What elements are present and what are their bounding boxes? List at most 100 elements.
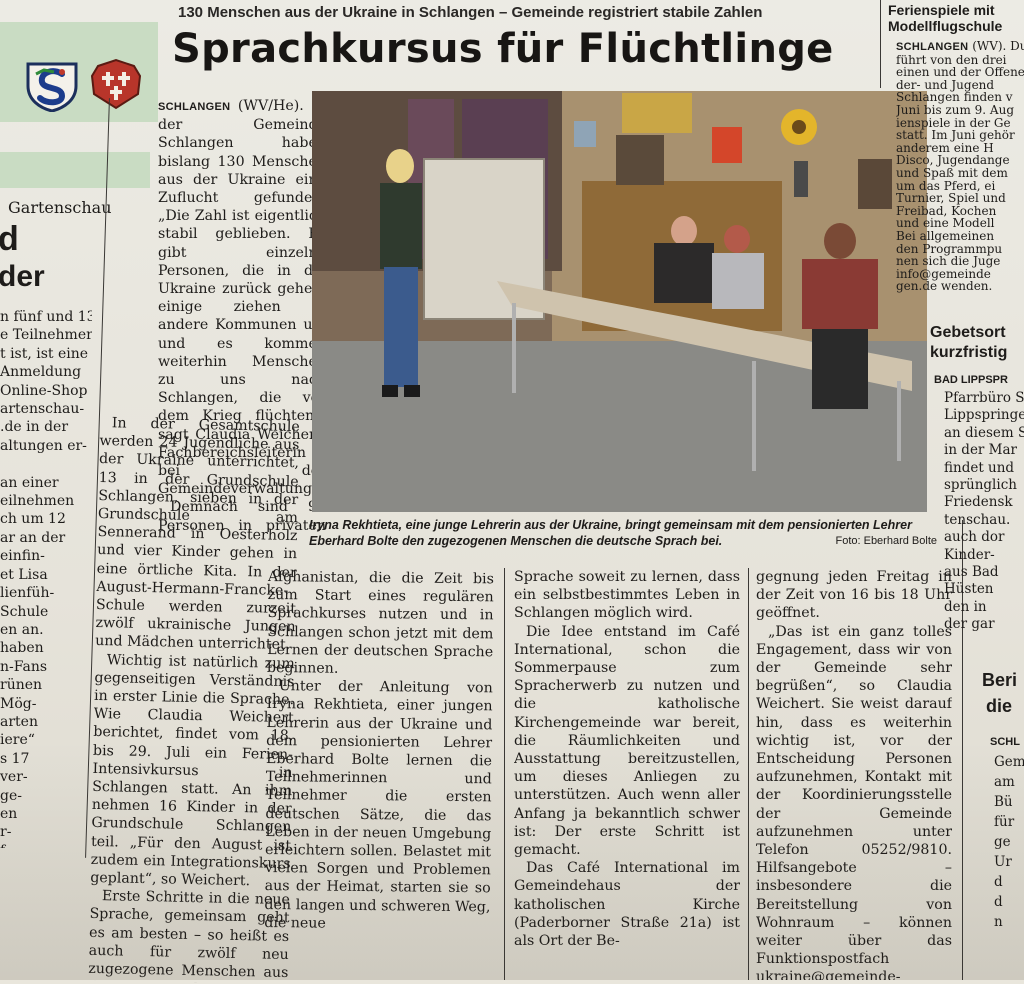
right-column-line: in der Mar <box>944 442 1018 459</box>
right-column-line: Bü <box>994 794 1013 810</box>
photo-caption-text: Iryna Rekhtieta, eine junge Lehrerin aus… <box>309 518 912 548</box>
crest-right-icon <box>90 58 142 110</box>
right-column-line: statt. Im Juni gehör <box>896 128 1015 143</box>
left-column-line: f <box>0 842 92 848</box>
right-column-line: einen und der Offene <box>896 65 1024 80</box>
left-column-line: arten <box>0 713 38 730</box>
left-column-line: en <box>0 805 18 822</box>
right-column-line: Pfarrbüro S <box>944 390 1024 406</box>
right-dateline-1: SCHLANGEN <box>896 41 969 53</box>
left-column-text: n fünf und 13 e Teilnehmer-t ist, ist ein… <box>0 308 92 848</box>
right-column-line: auch dor <box>944 529 1005 546</box>
article-paragraph: Das Café International im Gemeindehaus d… <box>514 860 740 950</box>
column-rule-right <box>880 0 881 88</box>
left-column-line: ar an der <box>0 529 66 546</box>
left-column-line: ch um 12 <box>0 511 66 528</box>
right-column-line: aus Bad <box>944 564 999 581</box>
left-column-line: r- <box>0 824 12 841</box>
photo-credit: Foto: Eberhard Bolte <box>835 535 937 547</box>
right-column-line: d <box>994 894 1003 910</box>
left-column-line: Mög- <box>0 695 37 712</box>
left-column-line: n-Fans <box>0 658 48 675</box>
right-column-line: d <box>994 874 1003 890</box>
right-headline-3a: Beri <box>982 670 1018 690</box>
article-kicker: 130 Menschen aus der Ukraine in Schlange… <box>178 4 763 21</box>
right-column-line: nen sich die Juge <box>896 254 1001 269</box>
article-headline: Sprachkursus für Flüchtlinge <box>172 26 834 72</box>
left-headline-fragment-1: d <box>0 220 19 258</box>
left-column-line: haben <box>0 640 44 657</box>
photo-classroom-image <box>312 91 927 512</box>
right-column-line: gen.de wenden. <box>896 279 993 294</box>
left-column-line: an einer <box>0 474 59 491</box>
right-column-line: sprünglich <box>944 477 1017 494</box>
column-rule-2 <box>504 568 505 980</box>
right-column-line: Lippspringe <box>944 407 1024 424</box>
right-column-line: Friedensk <box>944 494 1013 511</box>
article-dateline: SCHLANGEN <box>158 101 231 113</box>
left-column-line: rünen <box>0 677 43 694</box>
right-column-line: Bei allgemeinen <box>896 228 995 243</box>
right-column-line: am <box>994 774 1015 790</box>
right-column-line: Gem <box>994 754 1024 770</box>
left-column-line: t ist, ist eine <box>0 345 89 362</box>
article-paragraph: Erste Schritte in die neue Sprache, geme… <box>88 888 291 984</box>
left-column-line: einfin- <box>0 548 45 565</box>
right-column-text-3: Gem am Bü für ge Ur d d n <box>994 752 1024 962</box>
right-headline-2b: kurzfristig <box>930 344 1008 361</box>
right-column-line: Juni bis zum 9. Aug <box>896 102 1014 117</box>
article-paragraph: „Das ist ein ganz tolles Engagement, das… <box>756 623 952 980</box>
right-column-line: ge <box>994 834 1011 850</box>
article-column-2: Afghanistan, die die Zeit bis zum Start … <box>264 568 494 982</box>
right-column-line: Kinder- <box>944 546 995 563</box>
left-column-line: ge- <box>0 787 22 804</box>
right-column-line: tenschau. <box>944 511 1011 528</box>
right-column-line: (WV). Dur <box>972 40 1024 53</box>
article-column-4: gegnung jeden Freitag in der Zeit von 16… <box>756 568 952 980</box>
left-column-line: .de in der <box>0 419 69 436</box>
article-paragraph: Sprache soweit zu lernen, dass ein selbs… <box>514 569 740 622</box>
crest-left-icon <box>26 62 78 112</box>
right-column-text-1: SCHLANGEN (WV). Durführt von den dreiein… <box>896 40 1024 300</box>
right-dateline-2: BAD LIPPSPR <box>934 374 1008 386</box>
right-headline-2a: Gebetsort <box>930 324 1006 341</box>
right-column-line: Turnier, Spiel und <box>896 191 1006 206</box>
left-section-label: Gartenschau <box>8 198 112 217</box>
left-column-line: altungen er- <box>0 437 87 454</box>
right-column-line: und Spaß mit dem <box>896 165 1008 180</box>
newspaper-page: Gartenschau d der n fünf und 13 e Teilneh… <box>0 0 1024 984</box>
left-column-line: artenschau- <box>0 401 85 418</box>
left-column-line: s 17 <box>0 750 30 767</box>
section-band-bottom <box>0 152 150 188</box>
left-column-line <box>0 455 92 473</box>
article-paragraph: Afghanistan, die die Zeit bis zum Start … <box>266 568 494 677</box>
right-column-line: den in <box>944 598 987 615</box>
right-headline-3b: die <box>986 696 1013 716</box>
left-column-line: Anmeldung <box>0 364 82 381</box>
right-column-line: Ur <box>994 854 1012 870</box>
right-headline-1b: Modellflugschule <box>888 18 1003 34</box>
article-paragraph: Unter der Anleitung von Iryna Rekhtieta,… <box>264 678 493 932</box>
left-column-line: et Lisa <box>0 566 48 583</box>
left-column-line: lienfüh- <box>0 585 55 602</box>
left-column-line: n fünf und 13 <box>0 309 92 325</box>
right-column-line: n <box>994 914 1003 930</box>
left-column-line: iere“ <box>0 732 35 749</box>
right-column-line: findet und <box>944 459 1015 476</box>
right-headline-1a: Ferienspiele mit <box>888 2 995 18</box>
article-column-3: Sprache soweit zu lernen, dass ein selbs… <box>514 568 740 980</box>
left-column-line: e Teilnehmer- <box>0 327 92 344</box>
right-column-line: Hüsten <box>944 581 994 598</box>
left-column-line: Schule <box>0 603 49 620</box>
right-column-line: für <box>994 814 1015 830</box>
article-paragraph: Die Idee entstand im Café International,… <box>514 623 740 859</box>
left-headline-fragment-2: der <box>0 260 45 293</box>
column-rule-3 <box>748 568 749 980</box>
left-column-line: en an. <box>0 621 44 638</box>
left-column-line: Online-Shop <box>0 382 88 399</box>
article-paragraph: gegnung jeden Freitag in der Zeit von 16… <box>756 569 952 622</box>
right-column-text-2: Pfarrbüro S Lippspringe an diesem Sin der … <box>944 390 1024 635</box>
right-column-line: an diesem S <box>944 424 1024 441</box>
right-column-line: der gar <box>944 616 995 633</box>
photo-caption: Iryna Rekhtieta, eine junge Lehrerin aus… <box>309 517 937 549</box>
